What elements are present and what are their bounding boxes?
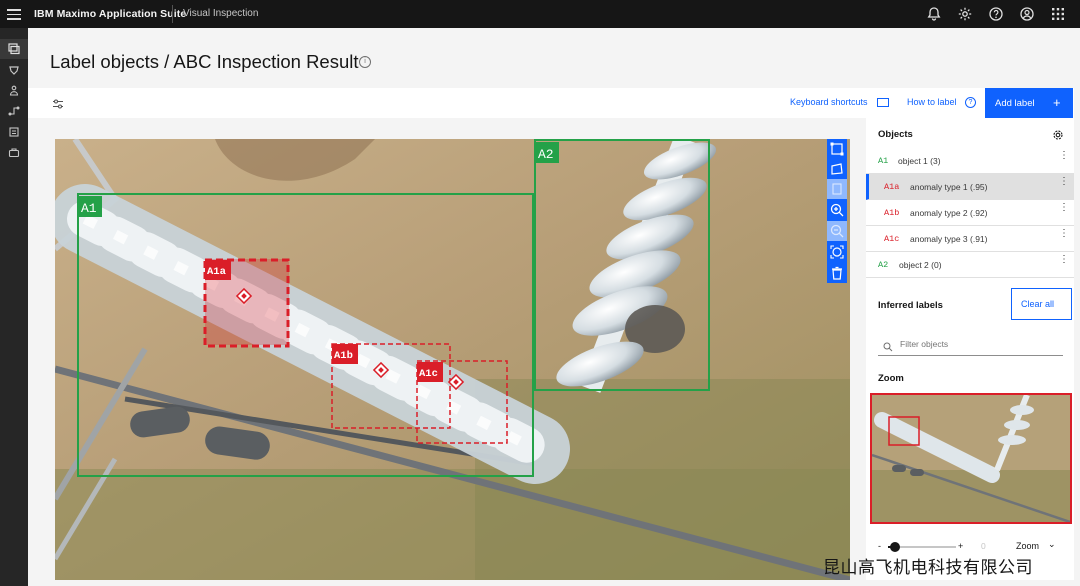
minimap-grass [872,470,1070,522]
page-title: Label objects / ABC Inspection Result [50,51,359,72]
overflow-menu-icon[interactable]: ⋮ [1059,151,1069,161]
minimap-disc [1004,420,1030,430]
object-name: anomaly type 1 (.95) [910,182,988,192]
inspection-image[interactable]: A1 A2 A1a A1b A1c [55,139,850,580]
workflow-icon[interactable] [7,104,21,118]
zoom-value: 0 [981,541,986,551]
reports-icon[interactable] [7,125,21,139]
copy-icon[interactable] [827,179,847,199]
zoom-title: Zoom [878,373,904,384]
header-divider [172,5,173,23]
settings-icon[interactable] [1052,128,1064,140]
product-name: Visual Inspection [183,8,259,19]
zoom-minimap[interactable] [870,393,1072,524]
object-name: object 2 (0) [899,260,942,270]
minimap-disc [998,435,1026,445]
delete-icon[interactable] [827,263,847,283]
objects-panel: Objects A1 object 1 (3) ⋮ A1a anomaly ty… [866,118,1074,580]
minimap-weight [892,465,906,472]
overflow-menu-icon[interactable]: ⋮ [1059,203,1069,213]
object-row-a1[interactable]: A1 object 1 (3) ⋮ [866,148,1074,174]
canvas-tool-tray [827,139,847,283]
minimap-disc [1010,405,1034,415]
side-nav [0,28,28,586]
devices-icon[interactable] [7,146,21,160]
box-select-icon[interactable] [827,139,847,159]
box-label-a1c: A1c [419,368,438,380]
clear-all-button[interactable]: Clear all [1011,288,1072,320]
overflow-menu-icon[interactable]: ⋮ [1059,229,1069,239]
adjust-settings-icon[interactable] [52,97,64,109]
object-row-a1c[interactable]: A1c anomaly type 3 (.91) ⋮ [866,226,1074,252]
image-canvas[interactable]: A1 A2 A1a A1b A1c [55,139,850,580]
zoom-slider-handle[interactable] [890,542,900,552]
help-circle-icon: ? [965,97,976,108]
add-icon: + [1053,95,1061,110]
how-to-label-link[interactable]: How to label [907,97,957,107]
filter-objects-search [878,333,1063,356]
brand-name[interactable]: IBM Maximo Application Suite [34,8,186,20]
watermark-text: 昆山高飞机电科技有限公司 [823,558,1033,578]
objects-title: Objects [878,129,913,140]
overflow-menu-icon[interactable]: ⋮ [1059,177,1069,187]
inferred-labels-title: Inferred labels [878,300,943,311]
box-label-a1a: A1a [207,266,227,278]
zoom-out-label: - [878,541,881,551]
overflow-menu-icon[interactable]: ⋮ [1059,255,1069,265]
top-bar: IBM Maximo Application Suite Visual Insp… [0,0,1080,28]
object-code: A2 [878,260,889,270]
deploy-icon[interactable] [7,84,21,98]
box-label-a1b: A1b [334,350,353,362]
polygon-icon[interactable] [827,159,847,179]
object-row-a2[interactable]: A2 object 2 (0) ⋮ [866,252,1074,278]
search-icon [883,339,893,352]
zoom-in-icon[interactable] [827,200,847,220]
app-switcher-icon[interactable] [1050,6,1066,22]
box-label-a2: A2 [538,147,554,162]
object-name: anomaly type 3 (.91) [910,234,988,244]
zoom-select[interactable]: Zoom [1016,541,1039,551]
object-name: anomaly type 2 (.92) [910,208,988,218]
page-header: Label objects / ABC Inspection Result i [28,28,1080,88]
chevron-down-icon[interactable]: ⌄ [1048,539,1056,550]
information-icon[interactable]: i [359,56,371,68]
filter-objects-input[interactable] [900,336,1050,352]
models-icon[interactable] [7,63,21,77]
object-name: object 1 (3) [898,156,941,166]
user-icon[interactable] [1019,6,1035,22]
menu-icon[interactable] [7,6,21,22]
keyboard-shortcuts-link[interactable]: Keyboard shortcuts [790,97,868,107]
zoom-slider-track[interactable] [888,542,956,552]
datasets-icon[interactable] [0,39,28,59]
help-icon[interactable] [988,6,1004,22]
keyboard-icon [877,98,889,107]
zoom-in-label: + [958,541,964,551]
zoom-fit-icon[interactable] [827,242,847,262]
object-code: A1a [884,182,900,192]
add-label-button[interactable]: Add label + [985,88,1073,118]
settings-icon[interactable] [957,6,973,22]
notification-icon[interactable] [926,6,942,22]
clear-all-label: Clear all [1021,299,1055,309]
object-code: A1c [884,234,900,244]
object-row-a1a[interactable]: A1a anomaly type 1 (.95) ⋮ [866,174,1074,200]
object-code: A1b [884,208,900,218]
add-label-text: Add label [995,98,1035,109]
minimap-weight [910,469,924,476]
label-toolbar: Keyboard shortcuts How to label ? Add la… [28,88,1074,118]
box-label-a1: A1 [81,201,97,216]
zoom-out-icon[interactable] [827,221,847,241]
object-code: A1 [878,156,889,166]
object-row-a1b[interactable]: A1b anomaly type 2 (.92) ⋮ [866,200,1074,226]
